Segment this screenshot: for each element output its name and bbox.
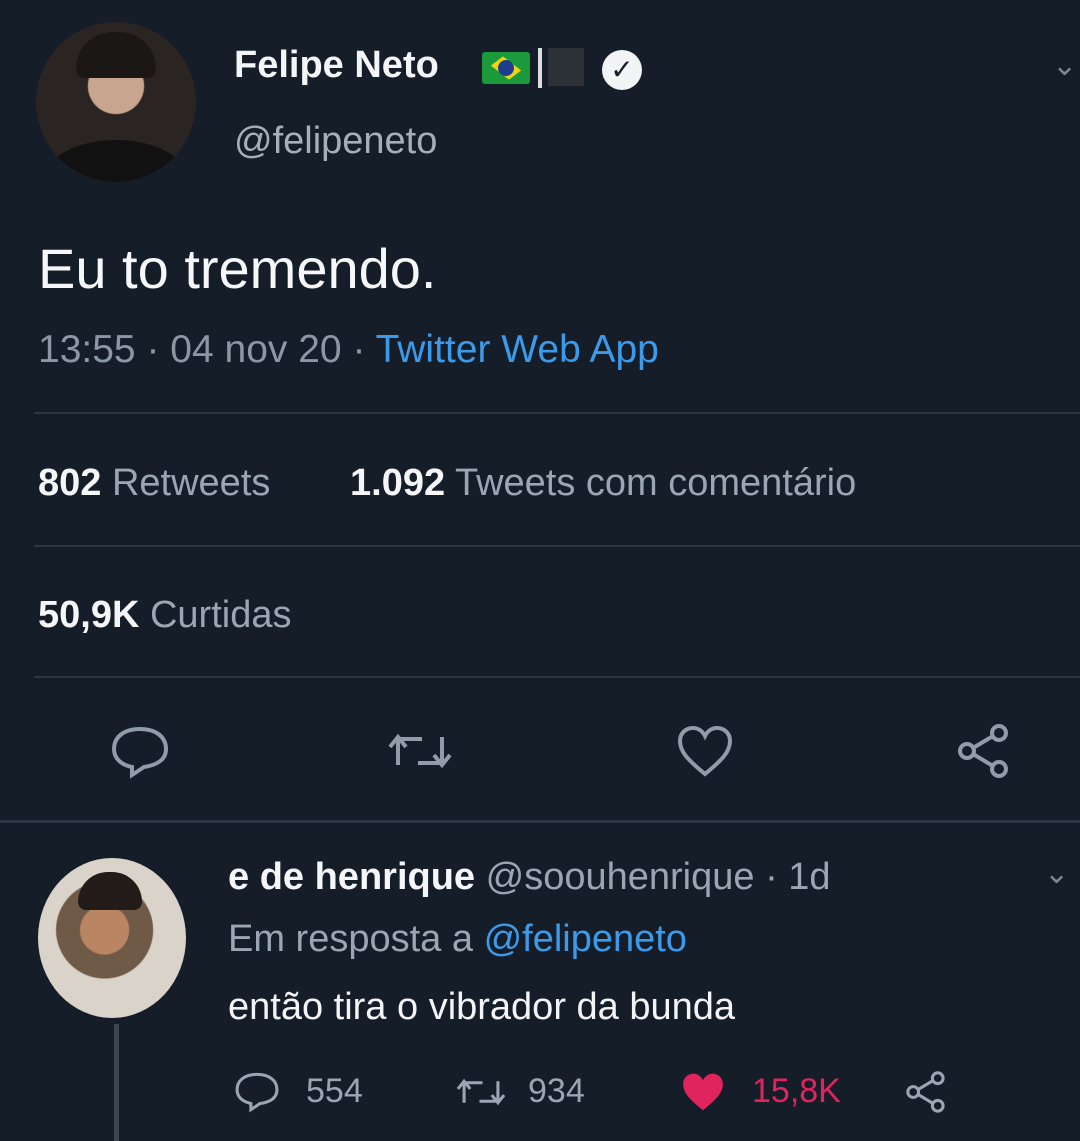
divider xyxy=(34,676,1080,678)
retweets-count: 802 xyxy=(38,462,102,504)
chevron-down-icon[interactable]: ⌄ xyxy=(1052,48,1077,83)
reply-like-count: 15,8K xyxy=(752,1072,841,1110)
reply-text: então tira o vibrador da bunda xyxy=(228,986,736,1028)
speech-bubble-icon[interactable] xyxy=(110,725,170,779)
heart-icon[interactable] xyxy=(676,724,734,778)
retweet-icon[interactable] xyxy=(452,1072,510,1112)
author-avatar[interactable] xyxy=(36,22,196,182)
likes-count: 50,9K xyxy=(38,594,140,636)
tweet-time: 13:55 xyxy=(38,328,136,371)
speech-bubble-icon[interactable] xyxy=(234,1070,280,1114)
reply-author-handle[interactable]: @soouhenrique xyxy=(486,856,755,898)
tweet-source-link[interactable]: Twitter Web App xyxy=(376,328,659,371)
share-icon[interactable] xyxy=(955,723,1015,779)
reply-context: Em resposta a @felipeneto xyxy=(228,918,687,961)
chevron-down-icon[interactable]: ⌄ xyxy=(1044,856,1069,891)
quotes-stat[interactable]: 1.092 Tweets com comentário xyxy=(350,462,856,505)
verified-check-icon: ✓ xyxy=(602,50,642,90)
reply-avatar[interactable] xyxy=(38,858,186,1018)
flag-emoji-icon xyxy=(548,48,584,86)
likes-label: Curtidas xyxy=(149,594,292,636)
author-handle[interactable]: @felipeneto xyxy=(234,120,437,163)
heart-icon[interactable] xyxy=(680,1070,726,1114)
tweet-date: 04 nov 20 xyxy=(170,328,342,371)
retweets-label: Retweets xyxy=(111,462,271,504)
thread-line xyxy=(114,1024,119,1141)
quotes-count: 1.092 xyxy=(350,462,446,504)
in-reply-mention[interactable]: @felipeneto xyxy=(484,918,687,960)
divider xyxy=(34,545,1080,547)
brazil-flag-icon xyxy=(482,52,530,84)
divider xyxy=(34,412,1080,414)
in-reply-label: Em resposta a xyxy=(228,918,473,960)
meta-separator: · xyxy=(352,328,366,371)
tweet-text: Eu to tremendo. xyxy=(38,237,437,300)
meta-separator: · xyxy=(146,328,160,371)
share-icon[interactable] xyxy=(904,1070,950,1114)
name-divider xyxy=(538,48,542,88)
reply-reply-count: 554 xyxy=(306,1072,363,1110)
quotes-label: Tweets com comentário xyxy=(454,462,857,504)
retweet-icon[interactable] xyxy=(384,725,456,777)
reply-age: 1d xyxy=(788,856,831,898)
likes-stat[interactable]: 50,9K Curtidas xyxy=(38,594,291,637)
meta-separator: · xyxy=(765,856,778,898)
retweets-stat[interactable]: 802 Retweets xyxy=(38,462,270,505)
tweet-meta: 13:55 · 04 nov 20 · Twitter Web App xyxy=(38,328,659,372)
author-name[interactable]: Felipe Neto xyxy=(234,44,439,87)
reply-author-name[interactable]: e de henrique xyxy=(228,856,475,898)
divider xyxy=(0,820,1080,823)
reply-header: e de henrique @soouhenrique · 1d xyxy=(228,856,831,899)
reply-retweet-count: 934 xyxy=(528,1072,585,1110)
